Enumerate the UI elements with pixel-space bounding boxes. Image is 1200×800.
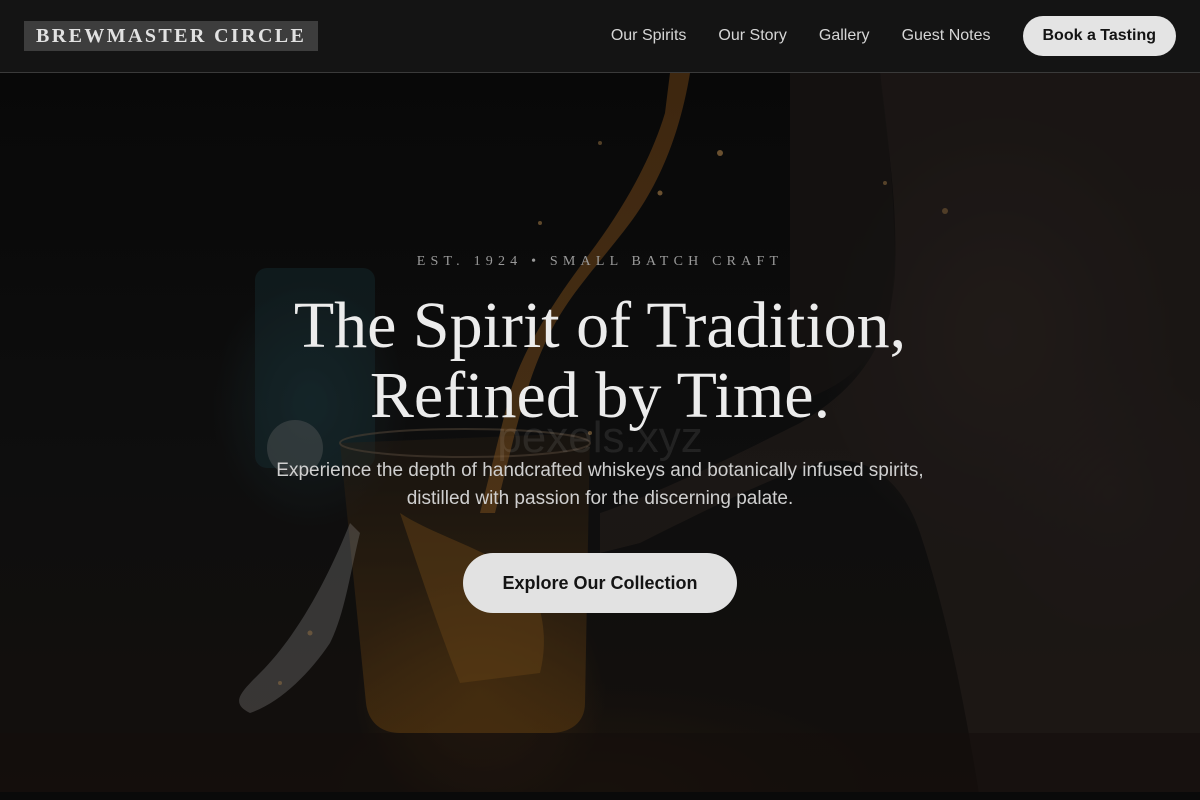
nav-link-gallery[interactable]: Gallery — [819, 27, 870, 45]
hero-eyebrow: EST. 1924 • SMALL BATCH CRAFT — [416, 254, 784, 269]
nav-link-our-story[interactable]: Our Story — [718, 27, 786, 45]
brand-logo[interactable]: BREWMASTER CIRCLE — [24, 21, 319, 51]
top-navigation-bar: BREWMASTER CIRCLE Our Spirits Our Story … — [0, 0, 1200, 73]
primary-nav: Our Spirits Our Story Gallery Guest Note… — [611, 16, 1176, 56]
hero-subcopy: Experience the depth of handcrafted whis… — [276, 460, 924, 509]
hero-section: pexels.xyz EST. 1924 • SMALL BATCH CRAFT… — [0, 73, 1200, 800]
nav-link-guest-notes[interactable]: Guest Notes — [902, 27, 991, 45]
explore-collection-button[interactable]: Explore Our Collection — [463, 553, 737, 613]
hero-headline-line-1: The Spirit of Tradition, — [293, 289, 907, 362]
book-tasting-button[interactable]: Book a Tasting — [1022, 16, 1176, 56]
hero-headline-line-2: Refined by Time. — [369, 359, 831, 432]
nav-link-our-spirits[interactable]: Our Spirits — [611, 27, 687, 45]
hero-bottom-edge — [0, 792, 1200, 800]
hero-headline: The Spirit of Tradition, Refined by Time… — [200, 291, 1000, 431]
